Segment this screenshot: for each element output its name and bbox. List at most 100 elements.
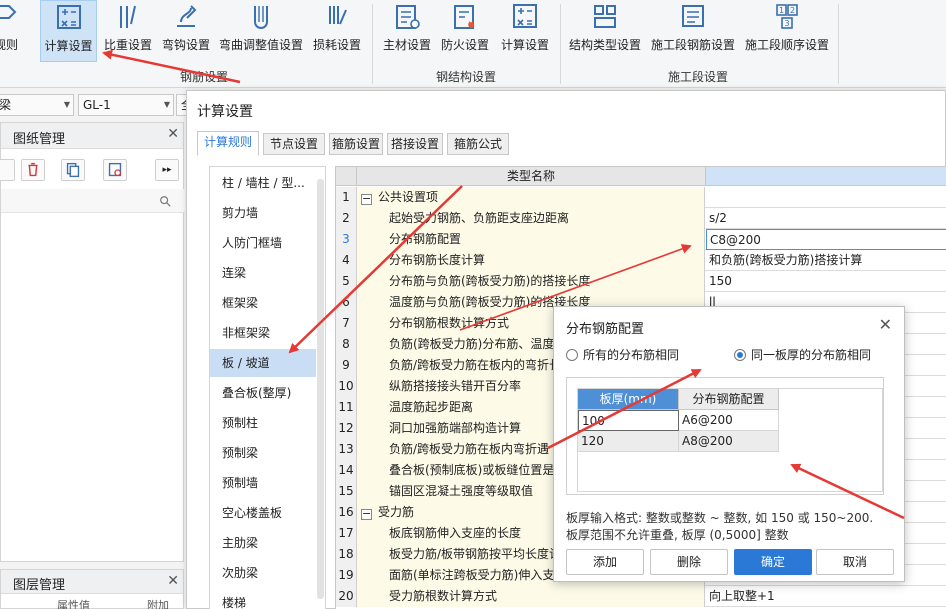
row-number: 15	[336, 481, 357, 502]
steel-calc-settings-icon	[513, 4, 537, 28]
category-item[interactable]: 楼梯	[210, 589, 316, 609]
row-name-text: 温度筋起步距离	[389, 400, 474, 414]
category-item[interactable]: 框架梁	[210, 289, 316, 317]
category-item[interactable]: 人防门框墙	[210, 229, 316, 257]
weight-settings-button[interactable]: 比重设置	[101, 0, 155, 62]
category-item[interactable]: 叠合板(整厚)	[210, 379, 316, 407]
row-number: 1	[336, 187, 357, 208]
close-icon[interactable]: ✕	[167, 126, 179, 142]
category-item[interactable]: 板 / 坡道	[210, 349, 316, 377]
category-item[interactable]: 次肋梁	[210, 559, 316, 587]
row-name: 分布筋与负筋(跨板受力筋)的搭接长度	[357, 271, 705, 292]
row-number: 4	[336, 250, 357, 271]
category-item[interactable]: 非框架梁	[210, 319, 316, 347]
delete-button[interactable]: 删除	[650, 549, 728, 575]
structure-type-icon	[594, 5, 616, 28]
row-name-text: 锚固区混凝土强度等级取值	[389, 484, 534, 498]
chevron-down-icon: ▼	[63, 100, 70, 109]
category-item[interactable]: 预制柱	[210, 409, 316, 437]
weight-settings-icon	[120, 5, 136, 28]
segment-order-button[interactable]: 123 施工段顺序设置	[742, 0, 832, 62]
svg-text:3: 3	[784, 19, 789, 28]
row-name-text: 分布筋与负筋(跨板受力筋)的搭接长度	[389, 274, 591, 288]
table-header-config[interactable]: 分布钢筋配置	[679, 389, 779, 410]
row-value[interactable]: s/2	[706, 208, 946, 229]
table-header-thickness[interactable]: 板厚(mm)	[578, 389, 679, 410]
category-item[interactable]: 剪力墙	[210, 199, 316, 227]
loss-settings-button[interactable]: 损耗设置	[310, 0, 364, 62]
component-type-combo[interactable]: 梁 ▼	[0, 94, 74, 116]
scrollbar[interactable]	[317, 179, 324, 599]
category-item[interactable]: 预制墙	[210, 469, 316, 497]
copy-button[interactable]	[61, 159, 85, 181]
close-icon[interactable]: ✕	[879, 315, 892, 334]
locate-button[interactable]	[103, 159, 127, 181]
category-item[interactable]: 连梁	[210, 259, 316, 287]
tab-lap-settings[interactable]: 搭接设置	[387, 133, 443, 155]
table-cell-thickness[interactable]: 120	[578, 431, 679, 452]
table-row[interactable]: 4 分布钢筋长度计算 和负筋(跨板受力筋)搭接计算	[336, 250, 946, 271]
row-number: 14	[336, 460, 357, 481]
cancel-button[interactable]: 取消	[816, 549, 894, 575]
radio-all-same[interactable]: 所有的分布筋相同	[566, 346, 679, 363]
row-value[interactable]: 150	[706, 271, 946, 292]
search-bar[interactable]	[1, 189, 185, 213]
structure-type-button[interactable]: 结构类型设置	[566, 0, 644, 62]
close-icon[interactable]: ✕	[167, 573, 179, 589]
tab-stirrup-settings[interactable]: 箍筋设置	[329, 133, 383, 155]
table-row[interactable]: 1− 公共设置项	[336, 187, 946, 208]
row-value[interactable]: C8@200	[706, 229, 946, 250]
panel-header: 图纸管理 ✕	[1, 123, 183, 149]
bend-adjust-button[interactable]: 弯曲调整值设置	[217, 0, 305, 62]
row-name-text: 板受力筋/板带钢筋按平均长度计	[389, 547, 562, 561]
thickness-table: 板厚(mm) 分布钢筋配置 100 A6@200 120 A8@200	[577, 388, 883, 492]
category-item[interactable]: 主肋梁	[210, 529, 316, 557]
table-cell-thickness[interactable]: 100	[578, 410, 679, 431]
hook-settings-button[interactable]: 弯钩设置	[159, 0, 213, 62]
category-item[interactable]: 预制梁	[210, 439, 316, 467]
category-item[interactable]: 空心楼盖板	[210, 499, 316, 527]
ok-button[interactable]: 确定	[734, 549, 812, 575]
component-name-combo[interactable]: GL-1 ▼	[78, 94, 174, 116]
row-value[interactable]: 向上取整+1	[706, 586, 946, 607]
collapse-icon[interactable]: −	[361, 193, 372, 205]
table-row[interactable]: 5 分布筋与负筋(跨板受力筋)的搭接长度 150	[336, 271, 946, 292]
tab-stirrup-formula[interactable]: 箍筋公式	[447, 133, 509, 155]
panel-tool-button[interactable]	[0, 159, 15, 181]
layer-management-panel: 图层管理 ✕ 属性值 附加	[0, 569, 184, 609]
row-name-text: 受力筋	[378, 505, 415, 519]
more-button[interactable]: ▸▸	[155, 159, 179, 181]
calc-settings-button[interactable]: 计算设置	[40, 0, 97, 62]
category-item[interactable]: 柱 / 墙柱 / 型...	[210, 169, 316, 197]
row-value[interactable]	[706, 187, 946, 208]
add-button[interactable]: 添加	[566, 549, 644, 575]
table-cell-config[interactable]: A6@200	[679, 410, 779, 431]
table-row[interactable]: 2 起始受力钢筋、负筋距支座边距离 s/2	[336, 208, 946, 229]
row-number: 9	[336, 355, 357, 376]
row-number: 10	[336, 376, 357, 397]
row-name-text: 板底钢筋伸入支座的长度	[389, 526, 522, 540]
table-row[interactable]: 3 分布钢筋配置 C8@200	[336, 229, 946, 250]
segment-order-icon: 1 23	[776, 4, 798, 29]
double-chevron-icon: ▸▸	[162, 165, 172, 175]
collapse-icon[interactable]: −	[361, 508, 372, 520]
segment-rebar-button[interactable]: 施工段钢筋设置	[648, 0, 738, 62]
loss-settings-icon	[329, 6, 347, 25]
row-name-text: 负筋(跨板受力筋)分布筋、温度筋	[389, 337, 567, 351]
tab-calc-rules[interactable]: 计算规则	[197, 131, 259, 156]
row-number: 6	[336, 292, 357, 313]
row-name-text: 分布钢筋长度计算	[389, 253, 486, 267]
table-row[interactable]: 20 受力筋根数计算方式 向上取整+1	[336, 586, 946, 607]
main-material-button[interactable]: 主材设置	[380, 0, 434, 62]
fire-settings-button[interactable]: 防火设置	[438, 0, 492, 62]
rules-button[interactable]: 规则	[0, 0, 26, 62]
tab-node-settings[interactable]: 节点设置	[263, 133, 325, 155]
row-name-text: 起始受力钢筋、负筋距支座边距离	[389, 211, 570, 225]
dialog-title: 计算设置	[197, 104, 253, 120]
radio-same-thickness[interactable]: 同一板厚的分布筋相同	[734, 346, 871, 363]
panel-header: 图层管理 ✕	[1, 570, 183, 594]
steel-calc-settings-button[interactable]: 计算设置	[496, 0, 554, 62]
delete-button[interactable]	[21, 159, 45, 181]
table-cell-config[interactable]: A8@200	[679, 431, 779, 452]
row-value[interactable]: 和负筋(跨板受力筋)搭接计算	[706, 250, 946, 271]
